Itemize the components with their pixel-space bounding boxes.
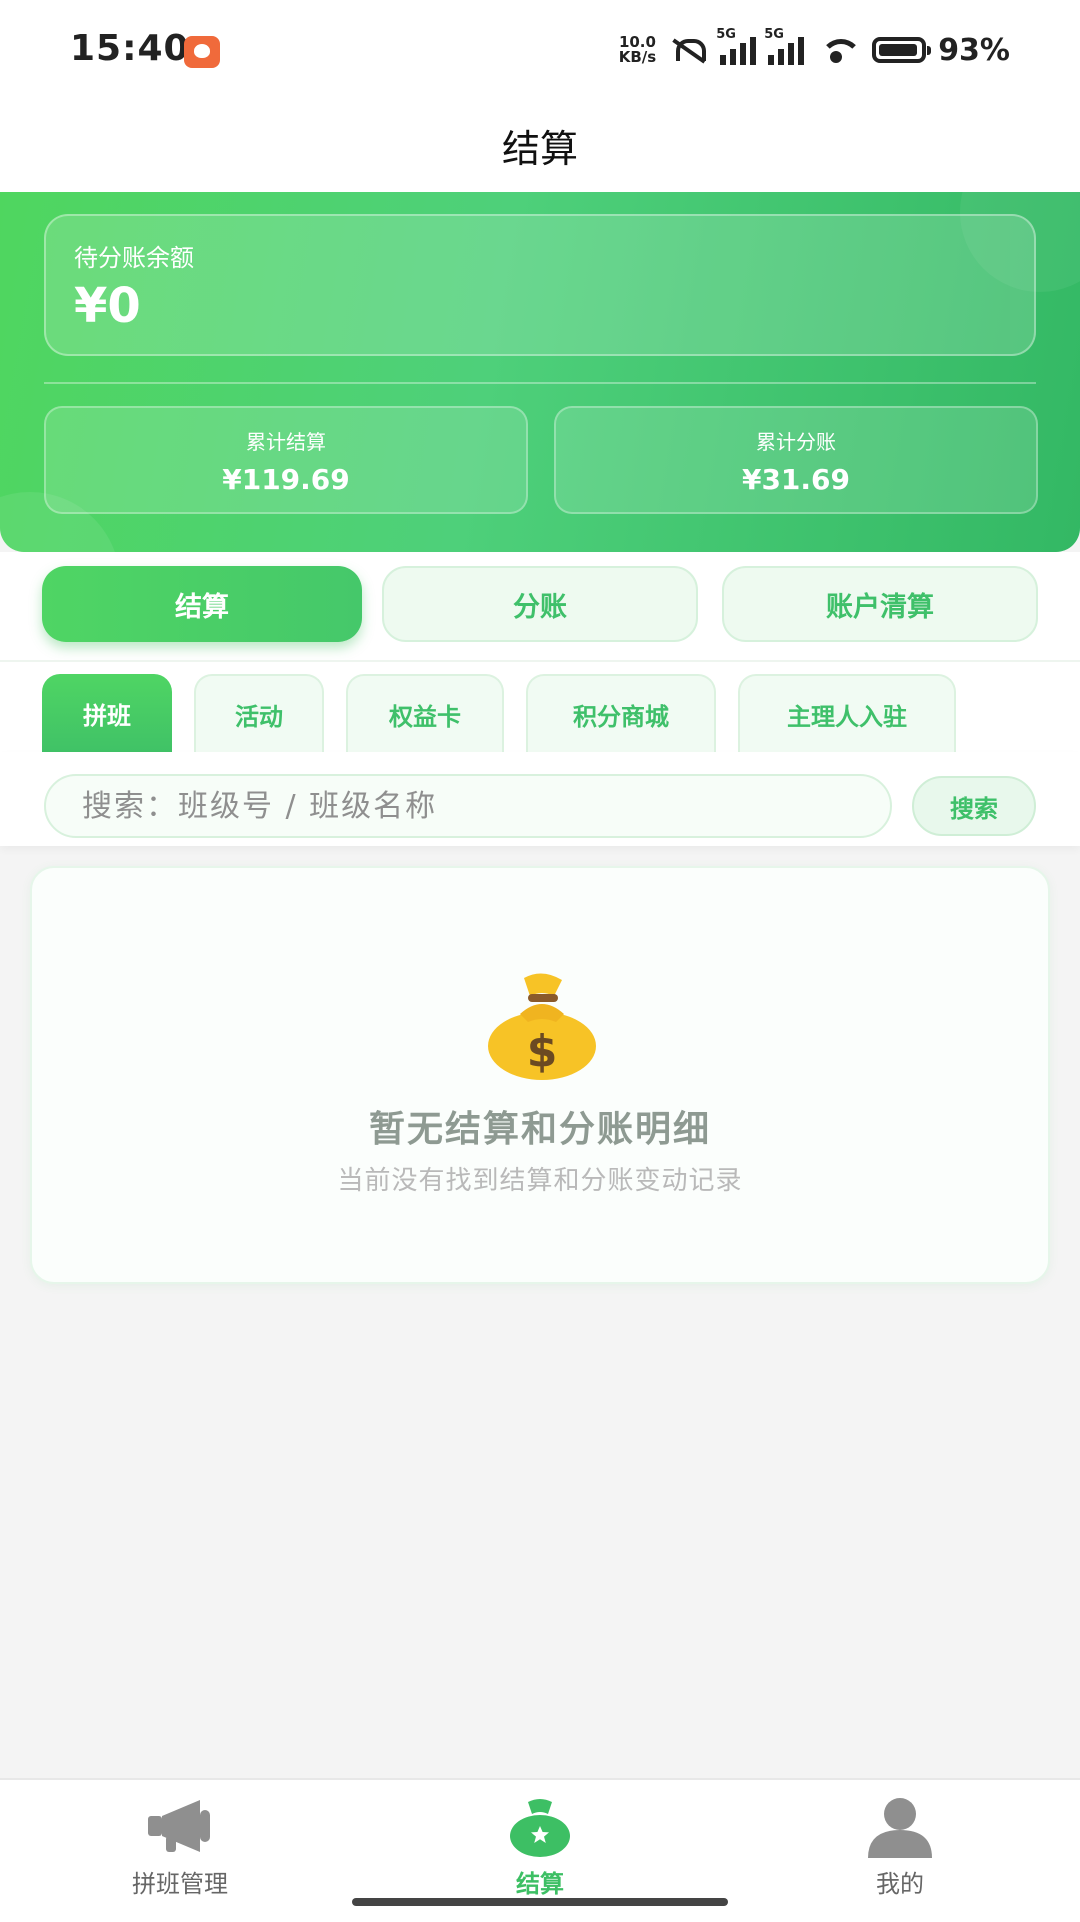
summary-panel: 待分账余额 ¥0 累计结算 ¥119.69 累计分账 ¥31.69	[0, 192, 1080, 552]
status-bar: 15:40 10.0 KB/s 5G 5G 93%	[0, 0, 1080, 100]
user-icon	[868, 1798, 932, 1858]
nav-bar: 结算	[0, 100, 1080, 192]
divider	[44, 382, 1036, 384]
subtab-activity[interactable]: 活动	[194, 674, 324, 752]
page-title: 结算	[501, 127, 578, 171]
battery-icon	[872, 37, 932, 63]
total-split-value: ¥31.69	[741, 463, 851, 496]
status-icons: 10.0 KB/s 5G 5G 93%	[618, 27, 1010, 72]
mute-icon	[668, 35, 708, 65]
subtab-benefit-card[interactable]: 权益卡	[346, 674, 504, 752]
pending-balance-value: ¥0	[74, 278, 141, 334]
search-bar: 搜索	[0, 752, 1080, 846]
empty-subtitle: 当前没有找到结算和分账变动记录	[337, 1166, 743, 1196]
subtab-points-mall[interactable]: 积分商城	[526, 674, 716, 752]
search-button[interactable]: 搜索	[912, 776, 1036, 836]
status-time: 15:40	[70, 28, 190, 69]
total-split-label: 累计分账	[756, 430, 836, 454]
bottom-nav-profile[interactable]: 我的	[780, 1790, 1020, 1900]
bottom-nav-label: 拼班管理	[132, 1870, 228, 1898]
pending-balance-label: 待分账余额	[74, 244, 194, 272]
main-tabs: 结算 分账 账户清算	[0, 552, 1080, 660]
tab-account-clearing[interactable]: 账户清算	[722, 566, 1038, 642]
tab-split[interactable]: 分账	[382, 566, 698, 642]
total-settled-value: ¥119.69	[222, 463, 350, 496]
sub-tabs: 拼班 活动 权益卡 积分商城 主理人入驻	[0, 660, 1080, 754]
total-settled-label: 累计结算	[246, 430, 326, 454]
money-bag-icon	[510, 1799, 570, 1857]
svg-text:$: $	[527, 1026, 558, 1077]
battery-percent: 93%	[938, 32, 1010, 68]
app-notification-icon	[184, 36, 220, 68]
megaphone-icon	[148, 1800, 210, 1852]
subtab-host-onboarding[interactable]: 主理人入驻	[738, 674, 956, 752]
signal-icon-2: 5G	[764, 27, 805, 65]
empty-state-card: $ 暂无结算和分账明细 当前没有找到结算和分账变动记录	[30, 866, 1050, 1284]
total-settled-card: 累计结算 ¥119.69	[44, 406, 528, 514]
bottom-nav-label: 结算	[516, 1870, 564, 1898]
bottom-nav-settlement[interactable]: 结算	[420, 1790, 660, 1900]
home-indicator[interactable]	[352, 1898, 728, 1906]
total-split-card: 累计分账 ¥31.69	[554, 406, 1038, 514]
pending-balance-card: 待分账余额 ¥0	[44, 214, 1036, 356]
subtab-group-class[interactable]: 拼班	[42, 674, 172, 752]
money-bag-icon: $	[488, 973, 596, 1080]
empty-title: 暂无结算和分账明细	[368, 1109, 711, 1150]
bottom-nav-group-management[interactable]: 拼班管理	[60, 1790, 300, 1900]
network-speed: 10.0 KB/s	[618, 33, 657, 66]
bottom-nav-label: 我的	[876, 1870, 924, 1898]
signal-icon: 5G	[716, 27, 757, 65]
wifi-icon	[816, 35, 863, 65]
search-input[interactable]	[44, 774, 892, 838]
tab-settlement[interactable]: 结算	[42, 566, 362, 642]
